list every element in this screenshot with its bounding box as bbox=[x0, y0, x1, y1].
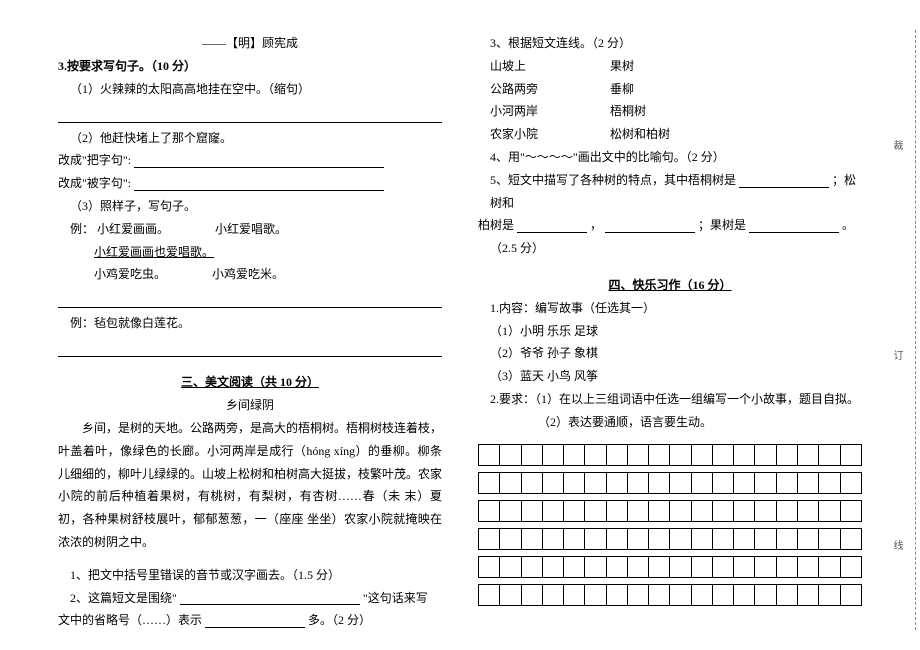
passage-q5-row1: 5、短文中描写了各种树的特点，其中梧桐树是 ；松树和 bbox=[478, 169, 862, 215]
q3-3-ex-prefix: 例： bbox=[70, 222, 94, 236]
passage-body: 乡间，是树的天地。公路两旁，是高大的梧桐树。梧桐树枝连着枝，叶盖着叶，像绿色的长… bbox=[58, 417, 442, 554]
writing-opt1: （1）小明 乐乐 足球 bbox=[478, 320, 862, 343]
passage-q2-blank2[interactable] bbox=[205, 615, 305, 628]
section4-title: 四、快乐习作（16 分） bbox=[478, 274, 862, 297]
q3-1: （1）火辣辣的太阳高高地挂在空中。（缩句） bbox=[58, 78, 442, 101]
grid-row bbox=[479, 444, 862, 465]
q5a: 5、短文中描写了各种树的特点，其中梧桐树是 bbox=[490, 173, 736, 187]
q5c-tail: 。 bbox=[842, 218, 854, 232]
q3-3-practice-row: 小鸡爱吃虫。 小鸡爱吃米。 bbox=[58, 263, 442, 286]
connect-r3: 松树和柏树 bbox=[610, 123, 670, 146]
side-char-line: 线 bbox=[887, 540, 906, 550]
connect-l3: 农家小院 bbox=[490, 123, 610, 146]
passage-q3: 3、根据短文连线。（2 分） bbox=[478, 32, 862, 55]
side-char-cut: 裁 bbox=[887, 140, 906, 150]
spacer bbox=[58, 556, 442, 564]
q3-1-blank[interactable] bbox=[58, 102, 442, 122]
grid-sep bbox=[479, 493, 862, 500]
q5-blank2[interactable] bbox=[517, 220, 587, 233]
passage-q1: 1、把文中括号里错误的音节或汉字画去。（1.5 分） bbox=[58, 564, 442, 587]
passage-q2a: 2、这篇短文是围绕" bbox=[70, 591, 177, 605]
passage-q2d: 多。（2 分） bbox=[308, 613, 371, 627]
q3-2-bei-blank[interactable] bbox=[134, 178, 384, 191]
left-column: ——【明】顾宪成 3.按要求写句子。（10 分） （1）火辣辣的太阳高高地挂在空… bbox=[50, 32, 460, 630]
grid-sep bbox=[479, 577, 862, 584]
grid-row bbox=[479, 556, 862, 577]
side-char-bind: 订 bbox=[887, 350, 906, 360]
connect-r2: 梧桐树 bbox=[610, 100, 646, 123]
passage-q2b: "这句话来写 bbox=[363, 591, 428, 605]
q5c-pre: 柏树是 bbox=[478, 218, 514, 232]
writing-opt3: （3）蓝天 小鸟 风筝 bbox=[478, 365, 862, 388]
q5-blank3[interactable] bbox=[605, 220, 695, 233]
q3-3-ex2-blank[interactable] bbox=[58, 337, 442, 357]
q5-blank1[interactable] bbox=[739, 175, 829, 188]
q3-2-bei-row: 改成"被字句": bbox=[58, 172, 442, 195]
passage-title: 乡间绿阴 bbox=[58, 394, 442, 417]
q3-2-ba-label: 改成"把字句": bbox=[58, 153, 131, 167]
connect-r0: 果树 bbox=[610, 55, 634, 78]
connect-row: 小河两岸 梧桐树 bbox=[490, 100, 862, 123]
connect-row: 公路两旁 垂柳 bbox=[490, 78, 862, 101]
binding-dash bbox=[915, 30, 916, 630]
q3-3-practice-blank[interactable] bbox=[58, 288, 442, 308]
connect-block[interactable]: 山坡上 果树 公路两旁 垂柳 小河两岸 梧桐树 农家小院 松树和柏树 bbox=[478, 55, 862, 146]
writing-q1: 1.内容：编写故事（任选其一） bbox=[478, 297, 862, 320]
q3-3-merge: 小红爱画画也爱唱歌。 bbox=[94, 241, 214, 264]
q5c-end: ；果树是 bbox=[698, 218, 746, 232]
q3-3-ex-a: 小红爱画画。 bbox=[97, 222, 169, 236]
writing-q2b: （2）表达要通顺，语言要生动。 bbox=[478, 411, 862, 434]
q3-3-ex2: 例：毡包就像白莲花。 bbox=[58, 312, 442, 335]
passage-q2-row1: 2、这篇短文是围绕" "这句话来写 bbox=[58, 587, 442, 610]
writing-opt2: （2）爷爷 孙子 象棋 bbox=[478, 342, 862, 365]
connect-l2: 小河两岸 bbox=[490, 100, 610, 123]
q3-3-merge-row: 小红爱画画也爱唱歌。 bbox=[58, 241, 442, 264]
grid-sep bbox=[479, 521, 862, 528]
grid-row bbox=[479, 584, 862, 605]
passage-q5-row2: 柏树是 ， ；果树是 。 bbox=[478, 214, 862, 237]
q3-3-line-b: 小鸡爱吃米。 bbox=[212, 267, 284, 281]
passage-q2-row2: 文中的省略号（……）表示 多。（2 分） bbox=[58, 609, 442, 632]
q3-2-bei-label: 改成"被字句": bbox=[58, 176, 131, 190]
grid-row bbox=[479, 472, 862, 493]
grid-table bbox=[478, 444, 862, 606]
q3-3-example-row: 例： 小红爱画画。 小红爱唱歌。 bbox=[58, 218, 442, 241]
worksheet-page: 裁 订 线 ——【明】顾宪成 3.按要求写句子。（10 分） （1）火辣辣的太阳… bbox=[0, 0, 920, 650]
q3-3-line-a: 小鸡爱吃虫。 bbox=[94, 267, 166, 281]
connect-r1: 垂柳 bbox=[610, 78, 634, 101]
q5-blank4[interactable] bbox=[749, 220, 839, 233]
passage-q4: 4、用"～～～～"画出文中的比喻句。（2 分） bbox=[478, 146, 862, 169]
q5-pts: （2.5 分） bbox=[478, 237, 862, 260]
grid-sep bbox=[479, 465, 862, 472]
connect-l1: 公路两旁 bbox=[490, 78, 610, 101]
right-column: 3、根据短文连线。（2 分） 山坡上 果树 公路两旁 垂柳 小河两岸 梧桐树 农… bbox=[460, 32, 870, 630]
connect-row: 农家小院 松树和柏树 bbox=[490, 123, 862, 146]
writing-q2a: 2.要求：（1）在以上三组词语中任选一组编写一个小故事，题目自拟。 bbox=[478, 388, 862, 411]
connect-l0: 山坡上 bbox=[490, 55, 610, 78]
q3-3: （3）照样子，写句子。 bbox=[58, 195, 442, 218]
poem-attribution: ——【明】顾宪成 bbox=[58, 32, 442, 55]
q5c-mid: ， bbox=[590, 218, 602, 232]
q3-2-ba-row: 改成"把字句": bbox=[58, 149, 442, 172]
grid-row bbox=[479, 500, 862, 521]
grid-sep bbox=[479, 549, 862, 556]
section3-title: 三、美文阅读（共 10 分） bbox=[58, 371, 442, 394]
q3-3-ex-b: 小红爱唱歌。 bbox=[215, 222, 287, 236]
passage-q2-blank1[interactable] bbox=[180, 592, 360, 605]
q3-2: （2）他赶快堵上了那个窟窿。 bbox=[58, 127, 442, 150]
passage-q2c: 文中的省略号（……）表示 bbox=[58, 613, 202, 627]
connect-row: 山坡上 果树 bbox=[490, 55, 862, 78]
q3-2-ba-blank[interactable] bbox=[134, 155, 384, 168]
writing-grid[interactable] bbox=[478, 444, 862, 606]
grid-row bbox=[479, 528, 862, 549]
q3-header: 3.按要求写句子。（10 分） bbox=[58, 55, 442, 78]
